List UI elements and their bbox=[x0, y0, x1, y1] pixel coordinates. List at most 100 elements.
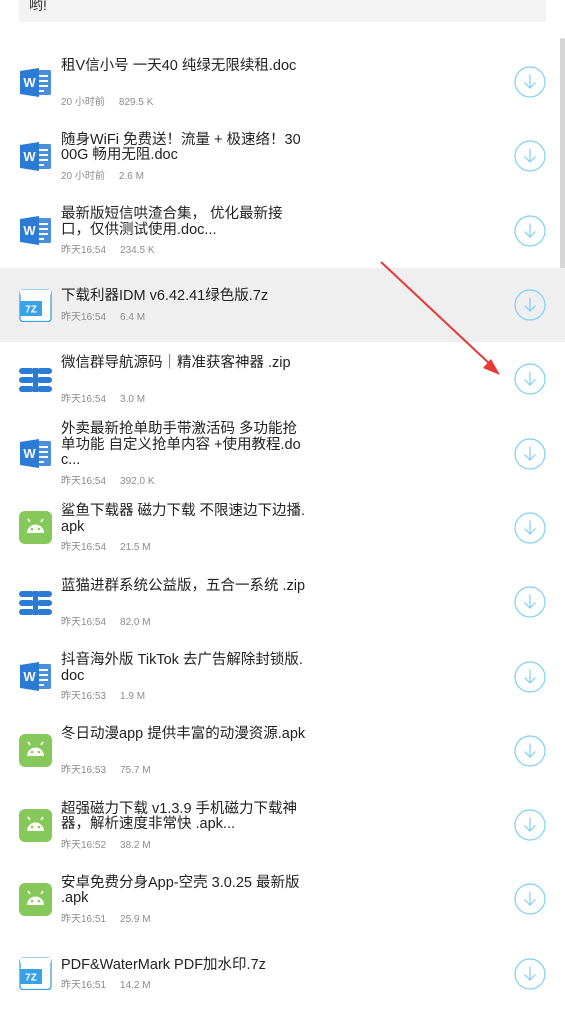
download-icon bbox=[514, 215, 546, 247]
file-meta: 昨天16:54 392.0 K bbox=[61, 472, 155, 487]
download-icon bbox=[514, 289, 546, 321]
file-name: 租V信小号 一天40 纯绿无限续租.doc bbox=[61, 57, 297, 74]
file-name: 最新版短信哄渣合集， 优化最新接口，仅供测试使用.doc... bbox=[61, 206, 283, 238]
file-meta: 昨天16:54 234.5 K bbox=[61, 241, 155, 256]
word-file-icon: W bbox=[19, 660, 52, 693]
file-size: 3.0 M bbox=[120, 393, 146, 405]
download-button[interactable] bbox=[514, 735, 546, 767]
download-button[interactable] bbox=[514, 809, 546, 841]
download-button[interactable] bbox=[514, 140, 546, 173]
svg-text:W: W bbox=[23, 149, 36, 164]
file-meta: 昨天16:54 82.0 M bbox=[61, 613, 151, 628]
7z-archive-icon: 7Z bbox=[19, 957, 52, 991]
file-time: 昨天16:54 bbox=[61, 616, 107, 628]
download-button[interactable] bbox=[514, 363, 546, 395]
file-size: 6.4 M bbox=[120, 311, 146, 323]
download-icon bbox=[514, 660, 546, 693]
file-size: 25.9 M bbox=[120, 913, 151, 925]
download-icon bbox=[514, 958, 546, 990]
file-size: 82.0 M bbox=[120, 616, 151, 628]
top-banner: 哟! bbox=[19, 0, 546, 22]
word-file-icon: W bbox=[19, 437, 52, 470]
download-icon bbox=[514, 512, 546, 544]
word-file-icon: W bbox=[19, 214, 52, 247]
file-size: 38.2 M bbox=[120, 839, 151, 851]
file-time: 昨天16:52 bbox=[61, 839, 107, 851]
file-meta: 昨天16:54 3.0 M bbox=[61, 390, 145, 405]
file-time: 20 小时前 bbox=[61, 96, 105, 108]
download-button[interactable] bbox=[514, 958, 546, 990]
download-icon bbox=[514, 735, 546, 767]
file-time: 20 小时前 bbox=[61, 170, 105, 182]
file-name: 蓝猫进群系统公益版，五合一系统 .zip bbox=[61, 577, 306, 594]
file-list: W 租V信小号 一天40 纯绿无限续租.doc 20 小时前 829.5 K W 随… bbox=[0, 45, 565, 1011]
file-time: 昨天16:54 bbox=[61, 542, 107, 554]
file-name: 冬日动漫app 提供丰富的动漫资源.apk bbox=[61, 726, 306, 743]
file-name: 安卓免费分身App-空壳 3.0.25 最新版 .apk bbox=[61, 874, 300, 907]
file-meta: 昨天16:54 21.5 M bbox=[61, 538, 151, 553]
file-meta: 昨天16:51 14.2 M bbox=[61, 976, 151, 991]
file-name: 超强磁力下载 v1.3.9 手机磁力下载神器，解析速度非常快 .apk... bbox=[61, 800, 298, 833]
download-icon bbox=[514, 809, 546, 841]
file-list-item[interactable]: W 租V信小号 一天40 纯绿无限续租.doc 20 小时前 829.5 K bbox=[0, 45, 565, 119]
download-icon bbox=[514, 586, 546, 618]
file-list-item[interactable]: 超强磁力下载 v1.3.9 手机磁力下载神器，解析速度非常快 .apk... 昨天… bbox=[0, 788, 565, 862]
download-icon bbox=[514, 438, 546, 470]
banner-text: 哟! bbox=[29, 0, 47, 13]
zip-archive-icon bbox=[19, 586, 52, 619]
file-list-item[interactable]: 冬日动漫app 提供丰富的动漫资源.apk 昨天16:53 75.7 M bbox=[0, 714, 565, 788]
file-size: 1.9 M bbox=[120, 691, 146, 703]
zip-archive-icon bbox=[19, 363, 52, 396]
svg-text:W: W bbox=[23, 223, 36, 238]
file-list-item[interactable]: 蓝猫进群系统公益版，五合一系统 .zip 昨天16:54 82.0 M bbox=[0, 565, 565, 639]
file-name: 微信群导航源码｜精准获客神器 .zip bbox=[61, 354, 291, 371]
download-button[interactable] bbox=[514, 660, 546, 693]
download-button[interactable] bbox=[514, 66, 546, 98]
file-size: 829.5 K bbox=[118, 96, 154, 108]
android-apk-icon bbox=[19, 734, 52, 768]
file-meta: 昨天16:53 75.7 M bbox=[61, 761, 151, 776]
file-name: PDF&WaterMark PDF加水印.7z bbox=[61, 956, 266, 973]
download-button[interactable] bbox=[514, 586, 546, 618]
download-icon bbox=[514, 363, 546, 395]
download-button[interactable] bbox=[514, 215, 546, 247]
svg-text:7Z: 7Z bbox=[25, 973, 37, 984]
file-list-item[interactable]: W 随身WiFi 免费送！流量 + 极速络！3000G 畅用无阻.doc 20 小… bbox=[0, 119, 565, 193]
file-name: 鲨鱼下载器 磁力下载 不限速边下边播.apk bbox=[61, 503, 306, 535]
android-apk-icon bbox=[19, 882, 52, 916]
android-apk-icon bbox=[19, 511, 52, 545]
download-button[interactable] bbox=[514, 438, 546, 470]
file-list-item[interactable]: 安卓免费分身App-空壳 3.0.25 最新版 .apk 昨天16:51 25.9 … bbox=[0, 862, 565, 936]
file-size: 234.5 K bbox=[120, 245, 155, 257]
file-size: 2.6 M bbox=[118, 170, 144, 182]
download-button[interactable] bbox=[514, 289, 546, 321]
file-list-item[interactable]: 7Z 下载利器IDM v6.42.41绿色版.7z 昨天16:54 6.4 M bbox=[0, 267, 565, 343]
file-list-item[interactable]: 7Z PDF&WaterMark PDF加水印.7z 昨天16:51 14.2 M bbox=[0, 937, 565, 1011]
download-icon bbox=[514, 66, 546, 98]
file-size: 75.7 M bbox=[120, 765, 151, 777]
file-name: 外卖最新抢单助手带激活码 多功能抢单功能 自定义抢单内容 +使用教程.doc..… bbox=[61, 421, 301, 469]
file-time: 昨天16:54 bbox=[61, 245, 107, 257]
7z-archive-icon: 7Z bbox=[19, 288, 52, 322]
svg-text:W: W bbox=[23, 75, 36, 90]
svg-text:7Z: 7Z bbox=[25, 304, 37, 315]
svg-text:W: W bbox=[23, 669, 36, 684]
file-list-item[interactable]: W 最新版短信哄渣合集， 优化最新接口，仅供测试使用.doc... 昨天16:54… bbox=[0, 194, 565, 268]
file-meta: 昨天16:53 1.9 M bbox=[61, 687, 145, 702]
file-name: 下载利器IDM v6.42.41绿色版.7z bbox=[61, 288, 269, 305]
download-icon bbox=[514, 883, 546, 916]
file-list-item[interactable]: 微信群导航源码｜精准获客神器 .zip 昨天16:54 3.0 M bbox=[0, 342, 565, 416]
download-icon bbox=[514, 140, 546, 173]
file-time: 昨天16:54 bbox=[61, 475, 107, 487]
file-time: 昨天16:54 bbox=[61, 311, 107, 323]
file-meta: 昨天16:51 25.9 M bbox=[61, 910, 151, 925]
file-list-item[interactable]: W 抖音海外版 TikTok 去广告解除封锁版.doc 昨天16:53 1.9 M bbox=[0, 639, 565, 713]
file-list-item[interactable]: W 外卖最新抢单助手带激活码 多功能抢单功能 自定义抢单内容 +使用教程.doc… bbox=[0, 416, 565, 490]
file-list-item[interactable]: 鲨鱼下载器 磁力下载 不限速边下边播.apk 昨天16:54 21.5 M bbox=[0, 491, 565, 565]
download-button[interactable] bbox=[514, 512, 546, 544]
download-button[interactable] bbox=[514, 883, 546, 916]
file-time: 昨天16:51 bbox=[61, 913, 107, 925]
file-meta: 昨天16:52 38.2 M bbox=[61, 836, 151, 851]
file-time: 昨天16:51 bbox=[61, 980, 107, 992]
word-file-icon: W bbox=[19, 140, 52, 173]
